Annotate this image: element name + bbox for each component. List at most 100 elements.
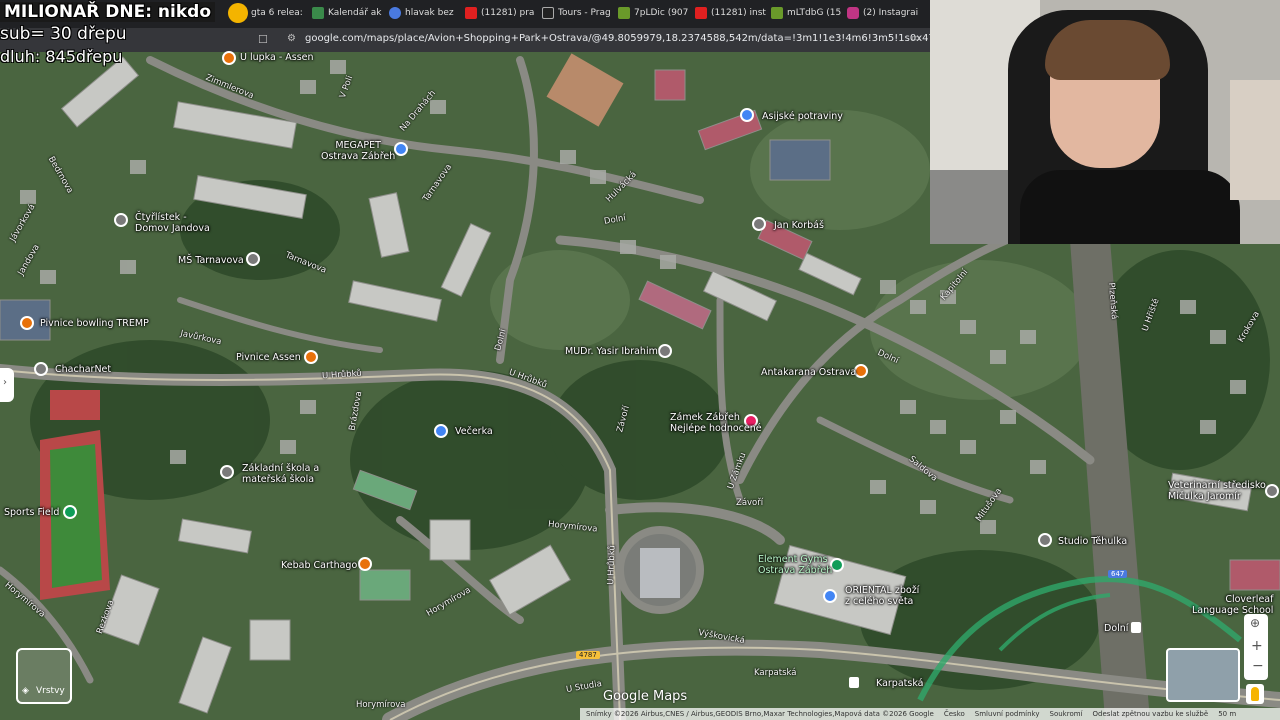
zoom-out-button[interactable]: − — [1252, 658, 1264, 674]
street-label: U Hrůbků — [606, 545, 618, 585]
privacy-link[interactable]: Soukromí — [1050, 710, 1083, 718]
place-label[interactable]: U lupka - Assen — [240, 52, 314, 63]
place-label[interactable]: ORIENTAL zboží z celého světa — [845, 585, 919, 607]
street-label: Závoří — [736, 498, 764, 508]
tab-label: hlavak bez — [405, 8, 454, 18]
browser-tab[interactable]: hlavak bez — [389, 4, 454, 22]
tab-favicon-icon — [312, 7, 324, 19]
tab-label: gta 6 relea: — [251, 8, 303, 18]
browser-tab[interactable]: 7pLDic (907 — [618, 4, 688, 22]
place-label[interactable]: Zámek Zábřeh Nejlépe hodnocené — [670, 412, 762, 434]
streamer-hair — [1045, 20, 1170, 80]
shop-pin-icon[interactable] — [434, 424, 448, 438]
browser-tab[interactable]: (11281) pra — [465, 4, 534, 22]
streamer-body — [1020, 170, 1240, 244]
tab-label: Tours - Prag — [558, 8, 611, 18]
layers-icon: ◈ — [22, 686, 29, 696]
place-pin-icon[interactable] — [752, 217, 766, 231]
place-label[interactable]: MUDr. Yasir Ibrahim — [565, 346, 658, 357]
place-label[interactable]: Element Gyms Ostrava Zábřeh — [758, 554, 832, 576]
bus-stop-label[interactable]: Dolní — [1104, 623, 1128, 634]
tab-favicon-icon — [542, 7, 554, 19]
place-pin-icon[interactable] — [658, 344, 672, 358]
tab-favicon-icon — [618, 7, 630, 19]
place-pin-icon[interactable] — [1038, 533, 1052, 547]
emoji-icon — [228, 3, 248, 23]
browser-tab[interactable]: mLTdbG (15 — [771, 4, 841, 22]
place-label[interactable]: Antakarana Ostrava — [761, 367, 856, 378]
pegman-icon[interactable] — [1246, 684, 1264, 704]
place-label[interactable]: Jan Korbáš — [774, 220, 824, 231]
place-pin-icon[interactable] — [34, 362, 48, 376]
sub-counter-overlay: sub= 30 dřepu — [0, 24, 127, 44]
shop-pin-icon[interactable] — [394, 142, 408, 156]
place-label[interactable]: MEGAPET Ostrava Zábřeh — [321, 140, 395, 162]
place-label[interactable]: Cloverleaf Language School — [1192, 594, 1273, 616]
bookmark-icon[interactable]: ☐ — [258, 33, 268, 46]
feedback-link[interactable]: Odeslat zpětnou vazbu ke službě — [1093, 710, 1209, 718]
site-info-icon[interactable]: ⚙ — [287, 33, 296, 44]
place-label[interactable]: Veterinarní středisko Mičulka Jaromír — [1168, 480, 1266, 502]
browser-tab[interactable]: (11281) inst — [695, 4, 766, 22]
place-label[interactable]: Kebab Carthago — [281, 560, 357, 571]
imagery-credit: Snímky ©2026 Airbus,CNES / Airbus,GEODIS… — [586, 710, 934, 718]
tab-favicon-icon — [389, 7, 401, 19]
google-maps-logo: Google Maps — [603, 689, 688, 704]
tab-label: (11281) pra — [481, 8, 535, 18]
map-attribution-bar: Snímky ©2026 Airbus,CNES / Airbus,GEODIS… — [580, 708, 1280, 720]
place-label[interactable]: Základní škola a mateřská škola — [242, 463, 319, 485]
place-label[interactable]: Asijské potraviny — [762, 111, 843, 122]
cast-icon[interactable]: ▭ — [911, 33, 920, 44]
school-pin-icon[interactable] — [220, 465, 234, 479]
pegman-figure — [1251, 687, 1259, 701]
tab-label: 7pLDic (907 — [634, 8, 689, 18]
road-shield: 647 — [1108, 570, 1128, 578]
browser-tab[interactable]: Tours - Prag — [542, 4, 611, 22]
terms-link[interactable]: Smluvní podmínky — [975, 710, 1040, 718]
my-location-icon[interactable]: ⊕ — [1250, 616, 1260, 630]
stream-title-overlay: MILIONAŘ DNE: nikdo — [0, 2, 215, 22]
place-label[interactable]: Sports Field — [4, 507, 59, 518]
bus-stop-icon[interactable] — [849, 677, 859, 688]
street-label: Horymírova — [356, 700, 406, 710]
browser-tab[interactable]: Kalendář ak — [312, 4, 382, 22]
tab-label: mLTdbG (15 — [787, 8, 842, 18]
place-label[interactable]: Pivnice bowling TREMP — [40, 318, 149, 329]
webcam-background-object — [1230, 80, 1280, 200]
place-pin-icon[interactable] — [114, 213, 128, 227]
bus-stop-icon[interactable] — [1131, 622, 1141, 633]
tab-favicon-icon — [771, 7, 783, 19]
tab-favicon-icon — [695, 7, 707, 19]
food-pin-icon[interactable] — [358, 557, 372, 571]
tab-favicon-icon — [465, 7, 477, 19]
shop-pin-icon[interactable] — [823, 589, 837, 603]
place-pin-icon[interactable] — [1265, 484, 1279, 498]
place-label[interactable]: Čtyřlístek - Domov Jandova — [135, 212, 210, 234]
zoom-in-button[interactable]: + — [1251, 638, 1263, 654]
layers-button[interactable]: ◈ Vrstvy — [16, 648, 72, 704]
country-link[interactable]: Česko — [944, 710, 965, 718]
street-view-preview[interactable] — [1166, 648, 1240, 702]
chevron-right-icon: › — [3, 377, 7, 388]
place-label[interactable]: ChacharNet — [55, 364, 111, 375]
webcam-feed — [930, 0, 1280, 244]
place-label[interactable]: MŠ Tarnavova — [178, 255, 244, 266]
food-pin-icon[interactable] — [20, 316, 34, 330]
tab-label: Kalendář ak — [328, 8, 382, 18]
place-label[interactable]: Večerka — [455, 426, 493, 437]
food-pin-icon[interactable] — [222, 51, 236, 65]
road-shield: 4787 — [576, 651, 600, 659]
place-label[interactable]: Pivnice Assen — [236, 352, 301, 363]
bus-stop-label[interactable]: Karpatská — [876, 678, 923, 689]
sport-pin-icon[interactable] — [63, 505, 77, 519]
food-pin-icon[interactable] — [304, 350, 318, 364]
place-label[interactable]: Studio Těhulka — [1058, 536, 1127, 547]
shop-pin-icon[interactable] — [740, 108, 754, 122]
scale-label[interactable]: 50 m — [1218, 710, 1236, 718]
collapse-panel-button[interactable]: › — [0, 368, 14, 402]
school-pin-icon[interactable] — [246, 252, 260, 266]
zoom-controls: ⊕ + − — [1244, 614, 1268, 680]
browser-tab[interactable]: (2) Instagrai — [847, 4, 918, 22]
street-label: Karpatská — [754, 668, 797, 678]
debt-counter-overlay: dluh: 845dřepu — [0, 47, 123, 66]
